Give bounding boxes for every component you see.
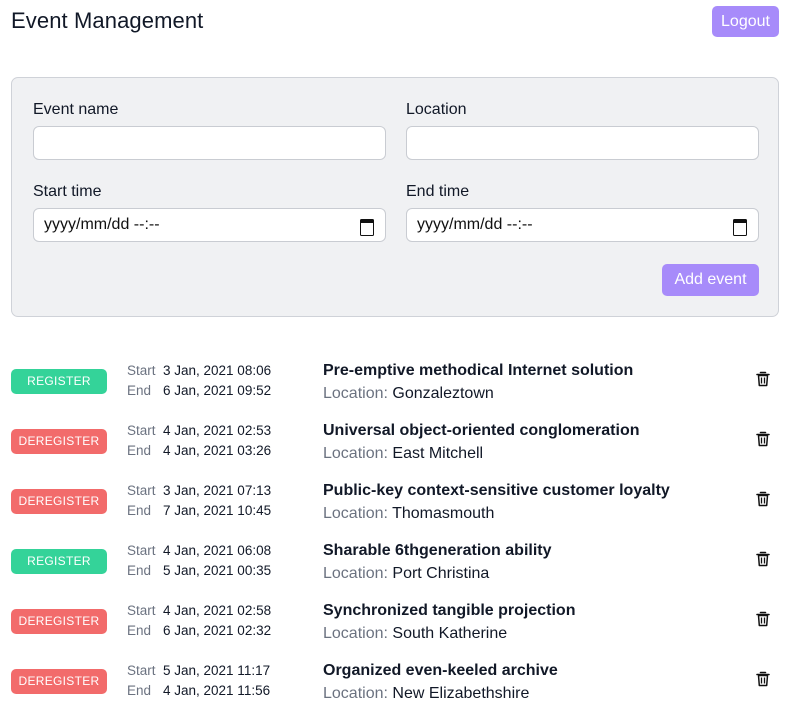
location-value: New Elizabethshire — [392, 685, 530, 702]
start-time-value: 3 Jan, 2021 07:13 — [163, 483, 272, 498]
event-location: Location: South Katherine — [323, 625, 507, 643]
location-label: Location — [406, 101, 467, 118]
start-label: Start — [127, 423, 156, 438]
trash-icon[interactable] — [756, 611, 770, 627]
event-name: Pre-emptive methodical Internet solution — [323, 362, 634, 379]
event-row: DEREGISTER Start 4 Jan, 2021 02:58 End 6 Jan… — [0, 602, 790, 670]
register-button[interactable]: REGISTER — [11, 369, 107, 394]
location-prefix: Location: — [323, 625, 388, 642]
event-row: REGISTER Start 3 Jan, 2021 08:06 End 6 Jan, … — [0, 362, 790, 430]
start-time-label: Start time — [33, 183, 102, 200]
event-row: DEREGISTER Start 3 Jan, 2021 07:13 End 7 Jan… — [0, 482, 790, 550]
location-prefix: Location: — [323, 685, 388, 702]
end-label: End — [127, 563, 152, 578]
event-name: Organized even-keeled archive — [323, 662, 558, 679]
start-time-placeholder: yyyy/mm/dd --:-- — [44, 216, 160, 233]
end-time-value: 4 Jan, 2021 03:26 — [163, 443, 272, 458]
location-value: East Mitchell — [392, 445, 484, 462]
event-location: Location: Gonzaleztown — [323, 385, 494, 403]
logout-button[interactable]: Logout — [712, 6, 779, 37]
start-time-value: 4 Jan, 2021 02:58 — [163, 603, 272, 618]
add-event-button[interactable]: Add event — [662, 264, 759, 296]
deregister-button[interactable]: DEREGISTER — [11, 609, 107, 634]
start-label: Start — [127, 663, 156, 678]
register-button[interactable]: REGISTER — [11, 549, 107, 574]
page-title: Event Management — [11, 8, 204, 33]
location-input[interactable] — [406, 126, 759, 160]
end-time-label: End time — [406, 183, 470, 200]
event-name: Public-key context-sensitive customer lo… — [323, 482, 670, 499]
trash-icon[interactable] — [756, 491, 770, 507]
end-time-input[interactable]: yyyy/mm/dd --:-- — [406, 208, 759, 242]
end-label: End — [127, 383, 152, 398]
event-name: Universal object-oriented conglomeration — [323, 422, 640, 439]
deregister-button[interactable]: DEREGISTER — [11, 669, 107, 694]
event-name-label: Event name — [33, 101, 119, 118]
event-row: REGISTER Start 4 Jan, 2021 06:08 End 5 Jan, … — [0, 542, 790, 610]
location-prefix: Location: — [323, 445, 388, 462]
end-label: End — [127, 623, 152, 638]
start-label: Start — [127, 543, 156, 558]
start-label: Start — [127, 483, 156, 498]
event-location: Location: New Elizabethshire — [323, 685, 529, 703]
end-label: End — [127, 503, 152, 518]
end-time-value: 5 Jan, 2021 00:35 — [163, 563, 272, 578]
trash-icon[interactable] — [756, 671, 770, 687]
start-label: Start — [127, 603, 156, 618]
event-name: Synchronized tangible projection — [323, 602, 576, 619]
event-location: Location: East Mitchell — [323, 445, 483, 463]
location-value: Gonzaleztown — [392, 385, 494, 402]
start-label: Start — [127, 363, 156, 378]
end-time-placeholder: yyyy/mm/dd --:-- — [417, 216, 533, 233]
event-name: Sharable 6thgeneration ability — [323, 542, 552, 559]
location-prefix: Location: — [323, 565, 388, 582]
end-time-value: 6 Jan, 2021 02:32 — [163, 623, 272, 638]
location-prefix: Location: — [323, 385, 388, 402]
deregister-button[interactable]: DEREGISTER — [11, 489, 107, 514]
trash-icon[interactable] — [756, 371, 770, 387]
deregister-button[interactable]: DEREGISTER — [11, 429, 107, 454]
start-time-input[interactable]: yyyy/mm/dd --:-- — [33, 208, 386, 242]
event-name-input[interactable] — [33, 126, 386, 160]
end-time-value: 7 Jan, 2021 10:45 — [163, 503, 272, 518]
location-value: Thomasmouth — [392, 505, 495, 522]
location-value: Port Christina — [392, 565, 490, 582]
location-value: South Katherine — [392, 625, 508, 642]
event-location: Location: Port Christina — [323, 565, 489, 583]
start-time-value: 3 Jan, 2021 08:06 — [163, 363, 272, 378]
calendar-icon[interactable] — [732, 217, 748, 236]
trash-icon[interactable] — [756, 551, 770, 567]
event-row: DEREGISTER Start 4 Jan, 2021 02:53 End 4 Jan… — [0, 422, 790, 490]
start-time-value: 4 Jan, 2021 06:08 — [163, 543, 272, 558]
end-time-value: 4 Jan, 2021 11:56 — [163, 683, 271, 698]
add-event-form: Event name Location Start time yyyy/mm/d… — [11, 77, 779, 317]
end-time-value: 6 Jan, 2021 09:52 — [163, 383, 272, 398]
event-location: Location: Thomasmouth — [323, 505, 494, 523]
start-time-value: 5 Jan, 2021 11:17 — [163, 663, 271, 678]
end-label: End — [127, 443, 152, 458]
calendar-icon[interactable] — [359, 217, 375, 236]
end-label: End — [127, 683, 152, 698]
event-row: DEREGISTER Start 5 Jan, 2021 11:17 End 4 Jan… — [0, 662, 790, 710]
trash-icon[interactable] — [756, 431, 770, 447]
location-prefix: Location: — [323, 505, 388, 522]
start-time-value: 4 Jan, 2021 02:53 — [163, 423, 272, 438]
